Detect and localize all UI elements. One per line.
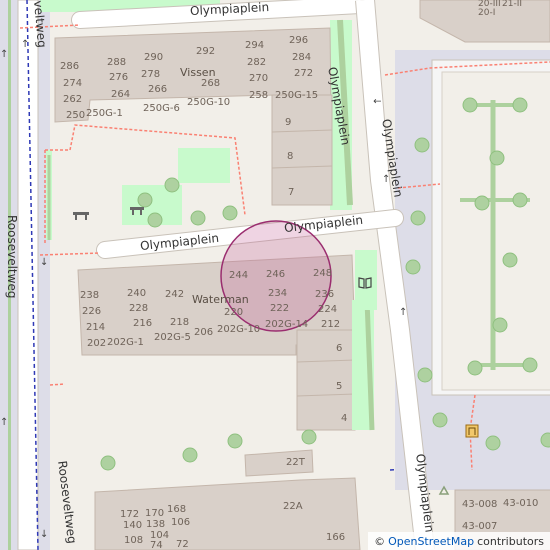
house-number: 288 xyxy=(107,57,127,68)
house-number: 21-II xyxy=(502,0,523,9)
oneway-arrow: ↑ xyxy=(382,174,391,185)
house-number: 202 xyxy=(87,338,107,349)
house-number: 222 xyxy=(270,303,290,314)
oneway-arrow: ↑ xyxy=(373,96,385,106)
house-number: 240 xyxy=(127,288,147,299)
house-number: 43-008 xyxy=(462,499,498,510)
house-number: 214 xyxy=(86,322,106,333)
house-number: 250G-6 xyxy=(143,103,180,114)
house-number: 276 xyxy=(109,72,129,83)
house-number: 224 xyxy=(318,304,338,315)
house-number: 138 xyxy=(146,519,166,530)
oneway-arrow: ↑ xyxy=(0,417,9,428)
house-number: 270 xyxy=(249,73,269,84)
house-number: 20-I xyxy=(478,8,496,18)
building-name-waterman: Waterman xyxy=(192,293,249,306)
house-number: 250G-15 xyxy=(275,90,319,101)
house-number: 262 xyxy=(63,94,83,105)
building-name-vissen: Vissen xyxy=(180,66,216,79)
playground-icon xyxy=(465,424,479,438)
house-number: 272 xyxy=(294,68,314,79)
house-number: 7 xyxy=(288,187,295,198)
house-number: 8 xyxy=(287,151,294,162)
house-number: 4 xyxy=(341,413,348,424)
attribution: © OpenStreetMap contributors xyxy=(368,532,550,550)
house-number: 22A xyxy=(283,501,303,512)
house-number: 212 xyxy=(321,319,341,330)
house-number: 170 xyxy=(145,508,165,519)
house-number: 72 xyxy=(176,539,189,550)
oneway-arrow: ↓ xyxy=(40,529,49,540)
house-number: 218 xyxy=(170,317,190,328)
house-number: 250G-1 xyxy=(86,108,123,119)
house-number: 278 xyxy=(141,69,161,80)
recycling-icon xyxy=(438,485,450,495)
house-number: 296 xyxy=(289,35,309,46)
house-number: 5 xyxy=(336,381,343,392)
bench-icon xyxy=(73,212,89,220)
map-canvas[interactable]: Olympiaplein Olympiaplein Olympiaplein O… xyxy=(0,0,550,550)
copyright-symbol: © xyxy=(374,534,386,548)
openstreetmap-link[interactable]: OpenStreetMap xyxy=(388,535,474,548)
house-number: 74 xyxy=(150,540,163,550)
house-number: 202G-5 xyxy=(154,332,191,343)
house-number: 140 xyxy=(123,520,143,531)
house-number: 292 xyxy=(196,46,216,57)
house-number: 294 xyxy=(245,40,265,51)
house-number: 246 xyxy=(266,269,286,280)
street-label-rooseveltweg-topcut: veltweg xyxy=(31,0,50,49)
oneway-arrow: ↑ xyxy=(399,307,408,318)
house-number: 282 xyxy=(247,57,267,68)
book-icon xyxy=(358,277,372,289)
house-number: 238 xyxy=(80,290,100,301)
house-number: 216 xyxy=(133,318,153,329)
house-number: 228 xyxy=(129,303,149,314)
house-number: 244 xyxy=(229,270,249,281)
house-number: 258 xyxy=(249,90,269,101)
house-number: 284 xyxy=(292,52,312,63)
house-number: 43-007 xyxy=(462,521,498,532)
house-number: 286 xyxy=(60,61,80,72)
house-number: 106 xyxy=(171,517,191,528)
house-number: 266 xyxy=(148,84,168,95)
house-number: 274 xyxy=(63,78,83,89)
house-number: 248 xyxy=(313,268,333,279)
house-number: 242 xyxy=(165,289,185,300)
oneway-arrow: ↑ xyxy=(21,39,30,50)
house-number: 202G-10 xyxy=(217,324,261,335)
attribution-suffix: contributors xyxy=(477,534,544,548)
house-number: 168 xyxy=(167,504,187,515)
house-number: 22T xyxy=(286,457,305,468)
oneway-arrow: ↓ xyxy=(40,257,49,268)
house-number: 206 xyxy=(194,327,214,338)
house-number: 220 xyxy=(224,307,244,318)
house-number: 226 xyxy=(82,306,102,317)
house-number: 166 xyxy=(326,532,346,543)
house-number: 9 xyxy=(285,117,292,128)
house-number: 250G-10 xyxy=(187,97,231,108)
house-number: 290 xyxy=(144,52,164,63)
bench-icon xyxy=(130,207,144,215)
house-number: 172 xyxy=(120,509,140,520)
house-number: 108 xyxy=(124,535,144,546)
house-number: 6 xyxy=(336,343,343,354)
house-number: 202G-1 xyxy=(107,337,144,348)
house-number: 43-010 xyxy=(503,498,539,509)
house-number: 236 xyxy=(315,289,335,300)
house-number: 268 xyxy=(201,78,221,89)
house-number: 202G-14 xyxy=(265,319,309,330)
oneway-arrow: ↑ xyxy=(0,49,9,60)
house-number: 264 xyxy=(111,89,131,100)
house-number: 250 xyxy=(66,110,86,121)
street-label-rooseveltweg-left: Rooseveltweg xyxy=(5,215,19,299)
house-number: 234 xyxy=(268,288,288,299)
